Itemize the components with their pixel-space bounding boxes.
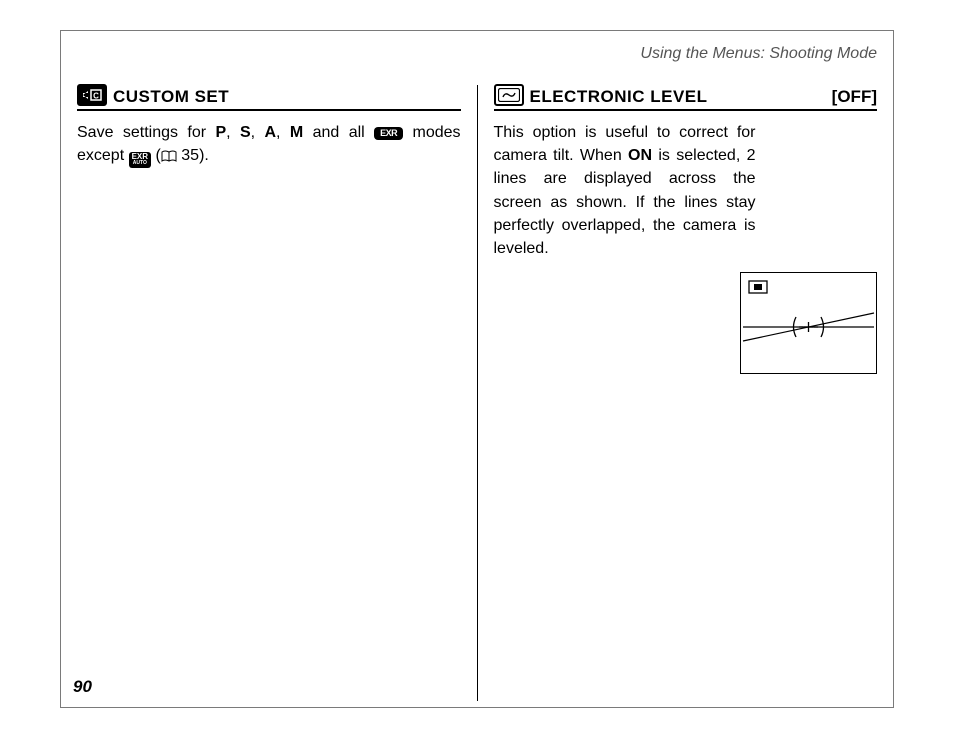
body-fragment: , [276, 124, 290, 141]
exr-auto-top: EXR [132, 153, 148, 160]
left-column: C CUSTOM SET Save settings for P, S, A, … [61, 79, 477, 707]
on-label: ON [628, 147, 652, 164]
body-fragment: Save settings for [77, 124, 215, 141]
custom-set-icon: C [77, 84, 107, 106]
section-status: [OFF] [832, 87, 877, 107]
exr-auto-icon: EXRAUTO [129, 152, 151, 168]
content-area: C CUSTOM SET Save settings for P, S, A, … [61, 79, 893, 707]
electronic-level-body: This option is useful to correct for cam… [494, 121, 756, 260]
breadcrumb: Using the Menus: Shooting Mode [640, 45, 877, 62]
custom-set-body: Save settings for P, S, A, M and all EXR… [77, 121, 461, 169]
book-icon [161, 146, 177, 169]
body-fragment: , [226, 124, 240, 141]
section-heading-electronic-level: ELECTRONIC LEVEL [OFF] [494, 85, 878, 111]
right-column: ELECTRONIC LEVEL [OFF] This option is us… [478, 79, 894, 707]
svg-text:C: C [93, 92, 99, 101]
exr-auto-bottom: AUTO [133, 160, 147, 167]
page-number: 90 [73, 677, 92, 697]
body-fragment: , [251, 124, 265, 141]
manual-page: Using the Menus: Shooting Mode C C [0, 0, 954, 748]
exr-icon: EXR [374, 127, 403, 140]
body-fragment: 35). [177, 147, 209, 164]
body-fragment: ( [151, 147, 161, 164]
body-fragment: and all [303, 124, 374, 141]
electronic-level-icon [494, 84, 524, 106]
page-frame: Using the Menus: Shooting Mode C C [60, 30, 894, 708]
section-heading-custom-set: C CUSTOM SET [77, 85, 461, 111]
level-diagram [740, 272, 877, 374]
section-title-text: CUSTOM SET [113, 87, 229, 107]
mode-letter: S [240, 124, 251, 141]
mode-letter: A [264, 124, 276, 141]
mode-letter: M [290, 124, 303, 141]
section-title-text: ELECTRONIC LEVEL [530, 87, 708, 107]
mode-letter: P [215, 124, 226, 141]
